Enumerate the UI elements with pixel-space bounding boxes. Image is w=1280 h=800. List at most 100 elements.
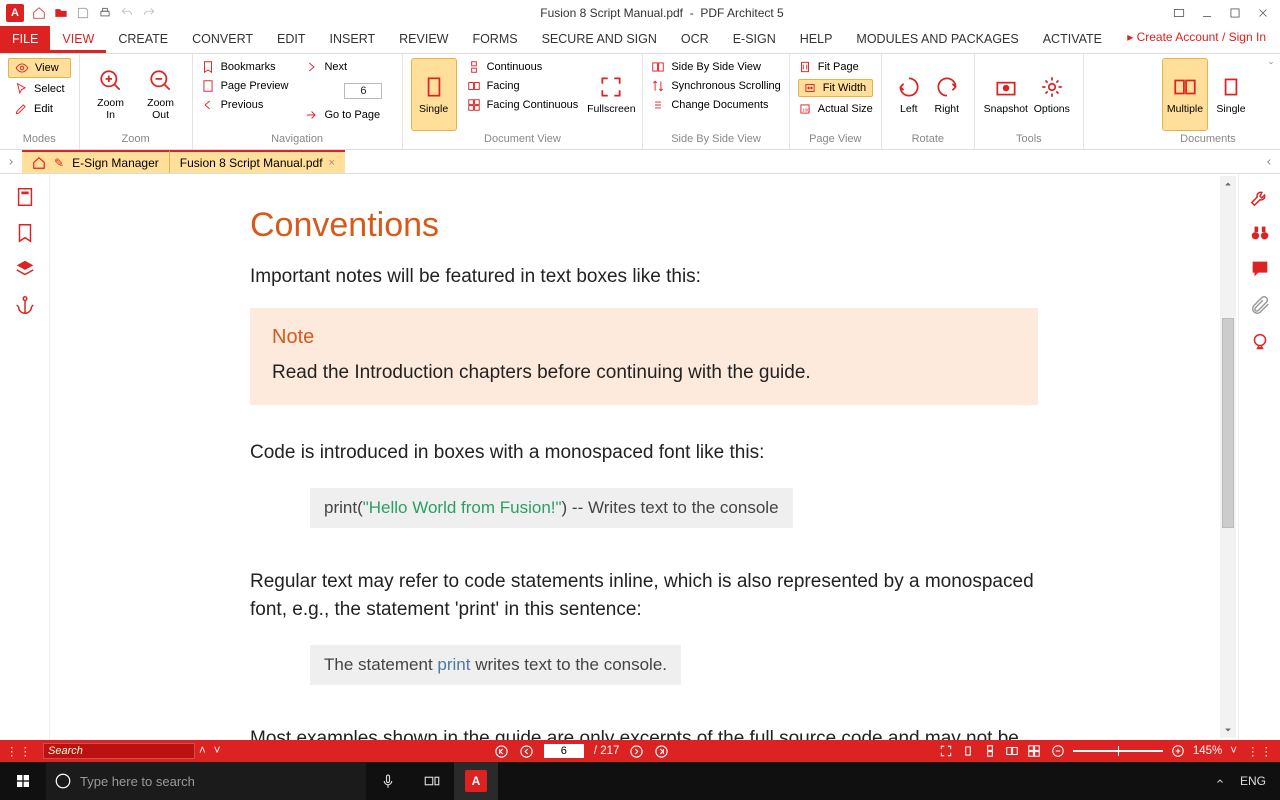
pv-actual-size[interactable]: 100Actual Size <box>798 102 873 116</box>
status-page-input[interactable] <box>544 744 584 758</box>
sbs-change-docs[interactable]: Change Documents <box>651 98 780 112</box>
tab-help[interactable]: HELP <box>788 26 845 53</box>
options-button[interactable]: Options <box>1029 58 1075 131</box>
minimize-icon[interactable] <box>1200 6 1214 20</box>
scroll-up-icon[interactable] <box>1220 176 1236 192</box>
chevron-down-icon[interactable]: ˅ <box>210 745 225 757</box>
tray-chevron-icon[interactable] <box>1214 775 1226 787</box>
ribbon-collapse[interactable] <box>1262 54 1280 149</box>
zoom-level[interactable]: 145% <box>1193 745 1222 757</box>
tab-review[interactable]: REVIEW <box>387 26 460 53</box>
document-tab[interactable]: Fusion 8 Script Manual.pdf × <box>169 150 345 173</box>
prev-page-icon[interactable] <box>519 744 534 759</box>
create-account-link[interactable]: Create Account / Sign In <box>1127 30 1266 44</box>
close-icon[interactable] <box>1256 6 1270 20</box>
tab-esign[interactable]: E-SIGN <box>721 26 788 53</box>
left-sidebar-toggle[interactable] <box>0 150 22 173</box>
next-page-icon[interactable] <box>629 744 644 759</box>
tab-insert[interactable]: INSERT <box>318 26 388 53</box>
fullscreen-button[interactable]: Fullscreen <box>588 58 634 131</box>
last-page-icon[interactable] <box>654 744 669 759</box>
tab-view[interactable]: VIEW <box>50 26 106 53</box>
scroll-thumb[interactable] <box>1222 318 1234 528</box>
esign-manager-tab[interactable]: ✎ E-Sign Manager <box>22 150 169 173</box>
tab-activate[interactable]: ACTIVATE <box>1031 26 1114 53</box>
view-facing[interactable]: Facing <box>467 79 579 93</box>
fullscreen-icon[interactable] <box>939 744 953 758</box>
first-page-icon[interactable] <box>494 744 509 759</box>
sbs-sync-scroll[interactable]: Synchronous Scrolling <box>651 79 780 93</box>
rotate-left-button[interactable]: Left <box>890 58 928 131</box>
status-search-input[interactable] <box>43 743 195 759</box>
zoom-out-button[interactable]: ZoomOut <box>138 58 184 131</box>
mode-select[interactable]: Select <box>8 80 71 98</box>
rotate-right-button[interactable]: Right <box>928 58 966 131</box>
app-icon[interactable]: A <box>6 4 24 22</box>
tab-ocr[interactable]: OCR <box>669 26 721 53</box>
tab-create[interactable]: CREATE <box>106 26 180 53</box>
tab-modules[interactable]: MODULES AND PACKAGES <box>844 26 1030 53</box>
save-icon[interactable] <box>76 6 90 20</box>
anchor-icon[interactable] <box>14 294 36 316</box>
home-icon[interactable] <box>32 6 46 20</box>
pv-fit-page[interactable]: Fit Page <box>798 60 873 74</box>
tab-forms[interactable]: FORMS <box>460 26 529 53</box>
view-continuous[interactable]: Continuous <box>467 60 579 74</box>
docs-single-button[interactable]: Single <box>1208 58 1254 131</box>
stamp-icon[interactable] <box>1249 330 1271 352</box>
view-facing-continuous[interactable]: Facing Continuous <box>467 98 579 112</box>
wrench-icon[interactable] <box>1249 186 1271 208</box>
tray-language[interactable]: ENG <box>1240 774 1266 788</box>
right-sidebar-toggle[interactable] <box>1258 150 1280 173</box>
thumbnails-icon[interactable] <box>14 186 36 208</box>
mic-icon[interactable] <box>366 762 410 800</box>
page-number-input[interactable] <box>344 83 382 99</box>
single-page-icon[interactable] <box>961 744 975 758</box>
scroll-down-icon[interactable] <box>1220 722 1236 738</box>
zoom-in-icon[interactable] <box>1171 744 1185 758</box>
close-tab-icon[interactable]: × <box>329 157 335 169</box>
start-button[interactable] <box>0 773 46 789</box>
nav-previous[interactable]: Previous <box>201 98 289 112</box>
bookmarks-icon[interactable] <box>14 222 36 244</box>
nav-bookmarks[interactable]: Bookmarks <box>201 60 289 74</box>
tab-file[interactable]: FILE <box>0 26 50 53</box>
tab-convert[interactable]: CONVERT <box>180 26 265 53</box>
document-canvas[interactable]: Conventions Important notes will be feat… <box>50 174 1238 740</box>
tab-secure[interactable]: SECURE AND SIGN <box>530 26 669 53</box>
maximize-icon[interactable] <box>1228 6 1242 20</box>
print-icon[interactable] <box>98 6 112 20</box>
taskbar-app-pdfarchitect[interactable]: A <box>454 762 498 800</box>
zoom-in-button[interactable]: ZoomIn <box>88 58 134 131</box>
nav-page-preview[interactable]: Page Preview <box>201 79 289 93</box>
facing-icon[interactable] <box>1005 744 1019 758</box>
chevron-down-icon[interactable]: ˅ <box>1230 745 1237 757</box>
facing-cont-icon[interactable] <box>1027 744 1041 758</box>
binoculars-icon[interactable] <box>1249 222 1271 244</box>
sbs-view[interactable]: Side By Side View <box>651 60 780 74</box>
view-single-button[interactable]: Single <box>411 58 457 131</box>
redo-icon[interactable] <box>142 6 156 20</box>
ribbon-toggle-icon[interactable] <box>1172 6 1186 20</box>
task-view-icon[interactable] <box>410 762 454 800</box>
mode-edit[interactable]: Edit <box>8 100 71 118</box>
docs-multiple-button[interactable]: Multiple <box>1162 58 1208 131</box>
status-grip: ⋮⋮ <box>1247 744 1274 758</box>
mode-view[interactable]: View <box>8 58 71 78</box>
vertical-scrollbar[interactable] <box>1220 176 1236 738</box>
taskbar-search[interactable]: Type here to search <box>46 762 366 800</box>
undo-icon[interactable] <box>120 6 134 20</box>
tab-edit[interactable]: EDIT <box>265 26 317 53</box>
paperclip-icon[interactable] <box>1249 294 1271 316</box>
group-label: Rotate <box>890 131 966 149</box>
zoom-slider[interactable] <box>1073 750 1163 752</box>
layers-icon[interactable] <box>14 258 36 280</box>
pv-fit-width[interactable]: Fit Width <box>798 79 873 97</box>
chevron-up-icon[interactable]: ˄ <box>195 745 210 757</box>
open-icon[interactable] <box>54 6 68 20</box>
comment-icon[interactable] <box>1249 258 1271 280</box>
continuous-icon[interactable] <box>983 744 997 758</box>
snapshot-button[interactable]: Snapshot <box>983 58 1029 131</box>
page-content: Conventions Important notes will be feat… <box>90 178 1198 740</box>
zoom-out-icon[interactable] <box>1051 744 1065 758</box>
